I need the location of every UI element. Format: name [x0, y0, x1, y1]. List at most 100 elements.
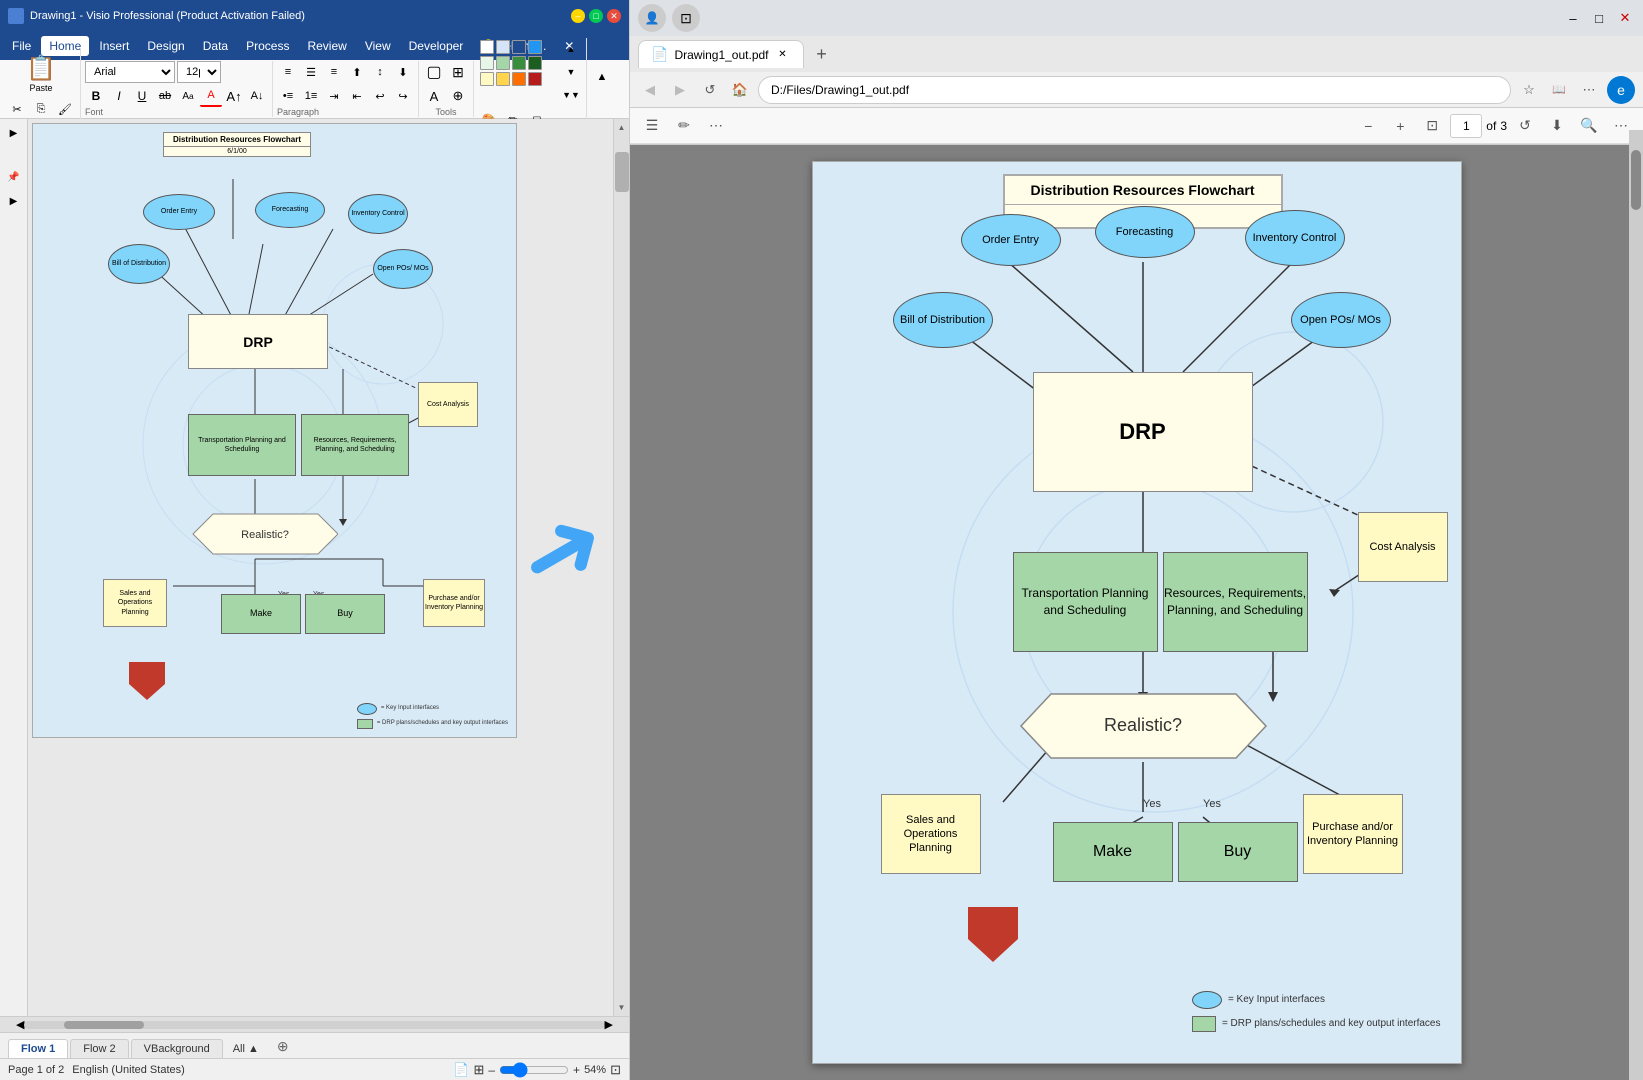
menu-review[interactable]: Review	[299, 36, 354, 56]
subscript-icon[interactable]: Aa	[177, 85, 199, 107]
collapse-ribbon-icon[interactable]: ▲	[591, 66, 613, 88]
zoom-out-btn[interactable]: −	[1354, 112, 1382, 140]
extensions-icon[interactable]: ⊡	[672, 4, 700, 32]
draw-btn[interactable]: ✏	[670, 112, 698, 140]
menu-developer[interactable]: Developer	[401, 36, 472, 56]
pdf-viewer-area[interactable]: Yes Yes Distribution Resources Flowchart…	[630, 145, 1643, 1080]
style-swatch[interactable]	[512, 72, 526, 86]
page-view-icon[interactable]: 📄	[453, 1062, 469, 1078]
browser-restore[interactable]: □	[1589, 8, 1609, 28]
outdent-icon[interactable]: ⇤	[346, 85, 368, 107]
menu-design[interactable]: Design	[139, 36, 192, 56]
forward-button[interactable]: ▶	[668, 78, 692, 102]
browser-close[interactable]: ✕	[1615, 8, 1635, 28]
back-button[interactable]: ◀	[638, 78, 662, 102]
normal-view-icon[interactable]: ⊞	[473, 1062, 484, 1078]
align-left-icon[interactable]: ≡	[277, 61, 299, 83]
quick-styles-grid[interactable]	[478, 38, 558, 88]
minimize-button[interactable]: –	[571, 9, 585, 23]
download-btn[interactable]: ⬇	[1543, 112, 1571, 140]
browser-more-btn[interactable]: ⋯	[1577, 78, 1601, 102]
expand-icon[interactable]: ▼▼	[560, 84, 582, 106]
menu-data[interactable]: Data	[195, 36, 236, 56]
number-list-icon[interactable]: 1≡	[300, 85, 322, 107]
style-swatch[interactable]	[496, 40, 510, 54]
font-size-selector[interactable]: 12pt.	[177, 61, 221, 83]
ltr-icon[interactable]: ↩	[369, 85, 391, 107]
style-swatch[interactable]	[528, 56, 542, 70]
fit-page-btn[interactable]: ⊡	[1418, 112, 1446, 140]
scroll-left-btn[interactable]: ◀	[16, 1018, 24, 1031]
style-swatch[interactable]	[512, 56, 526, 70]
style-swatch[interactable]	[528, 40, 542, 54]
style-swatch[interactable]	[496, 56, 510, 70]
pdf-scroll-thumb[interactable]	[1631, 150, 1641, 210]
indent-icon[interactable]: ⇥	[323, 85, 345, 107]
rtl-icon[interactable]: ↪	[392, 85, 414, 107]
underline-icon[interactable]: U	[131, 85, 153, 107]
tab-close-button[interactable]: ✕	[775, 47, 791, 63]
increase-size-icon[interactable]: A↑	[223, 85, 245, 107]
scroll-thumb-h[interactable]	[64, 1021, 144, 1029]
pdf-scrollbar[interactable]	[1629, 130, 1643, 1080]
zoom-in-btn[interactable]: +	[1386, 112, 1414, 140]
align-right-icon[interactable]: ≡	[323, 61, 345, 83]
paste-button[interactable]: 📋 Paste	[21, 48, 61, 98]
browser-minimize[interactable]: –	[1563, 8, 1583, 28]
pan-zoom-btn[interactable]: 📌	[4, 167, 24, 187]
text-icon[interactable]: A	[423, 85, 445, 107]
fullscreen-icon[interactable]: ⊡	[610, 1062, 621, 1078]
menu-view[interactable]: View	[357, 36, 399, 56]
style-swatch[interactable]	[480, 40, 494, 54]
tab-flow2[interactable]: Flow 2	[70, 1039, 128, 1058]
sidebar-toggle[interactable]: ▶	[4, 123, 24, 143]
zoom-slider[interactable]	[499, 1062, 569, 1078]
menu-insert[interactable]: Insert	[91, 36, 137, 56]
align-bottom-icon[interactable]: ⬇	[392, 61, 414, 83]
horizontal-scrollbar[interactable]: ◀ ▶	[0, 1016, 629, 1032]
align-top-icon[interactable]: ⬆	[346, 61, 368, 83]
scroll-up-arrow[interactable]: ▲	[614, 119, 629, 136]
font-selector[interactable]: Arial	[85, 61, 175, 83]
tab-vbackground[interactable]: VBackground	[131, 1039, 223, 1058]
connection-icon[interactable]: ⊞	[447, 61, 469, 83]
scroll-up-icon[interactable]: ▲	[560, 38, 582, 60]
sidebar-toggle-btn[interactable]: ☰	[638, 112, 666, 140]
page-number-input[interactable]	[1450, 114, 1482, 138]
tab-flow1[interactable]: Flow 1	[8, 1039, 68, 1058]
strikethrough-icon[interactable]: ab	[154, 85, 176, 107]
bold-icon[interactable]: B	[85, 85, 107, 107]
style-swatch[interactable]	[480, 72, 494, 86]
new-tab-button[interactable]: +	[808, 40, 836, 68]
copy-icon[interactable]: ⎘	[30, 98, 52, 120]
insert-image-icon[interactable]: ⊕	[447, 85, 469, 107]
style-swatch[interactable]	[528, 72, 542, 86]
more-tools-btn[interactable]: ⋯	[702, 112, 730, 140]
reading-view-icon[interactable]: 📖	[1547, 78, 1571, 102]
tab-all[interactable]: All ▲	[225, 1040, 267, 1058]
close-button[interactable]: ✕	[607, 9, 621, 23]
format-painter-icon[interactable]: 🖌	[54, 98, 76, 120]
browser-tab-pdf[interactable]: 📄 Drawing1_out.pdf ✕	[638, 40, 804, 68]
search-btn[interactable]: 🔍	[1575, 112, 1603, 140]
style-swatch[interactable]	[496, 72, 510, 86]
refresh-button[interactable]: ↺	[698, 78, 722, 102]
maximize-button[interactable]: □	[589, 9, 603, 23]
visio-canvas[interactable]: Yes Yes Distribution Resources Flowchart	[32, 123, 517, 738]
favorites-icon[interactable]: ☆	[1517, 78, 1541, 102]
align-center-icon[interactable]: ☰	[300, 61, 322, 83]
align-middle-icon[interactable]: ↕	[369, 61, 391, 83]
home-button[interactable]: 🏠	[728, 78, 752, 102]
menu-process[interactable]: Process	[238, 36, 297, 56]
style-swatch[interactable]	[480, 56, 494, 70]
bullet-icon[interactable]: •≡	[277, 85, 299, 107]
style-swatch[interactable]	[512, 40, 526, 54]
scroll-down-arrow[interactable]: ▼	[614, 999, 629, 1016]
address-input[interactable]	[758, 76, 1511, 104]
add-tab-button[interactable]: ⊕	[269, 1035, 297, 1058]
italic-icon[interactable]: I	[108, 85, 130, 107]
scroll-right-btn[interactable]: ▶	[605, 1018, 613, 1031]
decrease-size-icon[interactable]: A↓	[246, 85, 268, 107]
cut-icon[interactable]: ✂	[6, 98, 28, 120]
scroll-down-icon[interactable]: ▼	[560, 61, 582, 83]
